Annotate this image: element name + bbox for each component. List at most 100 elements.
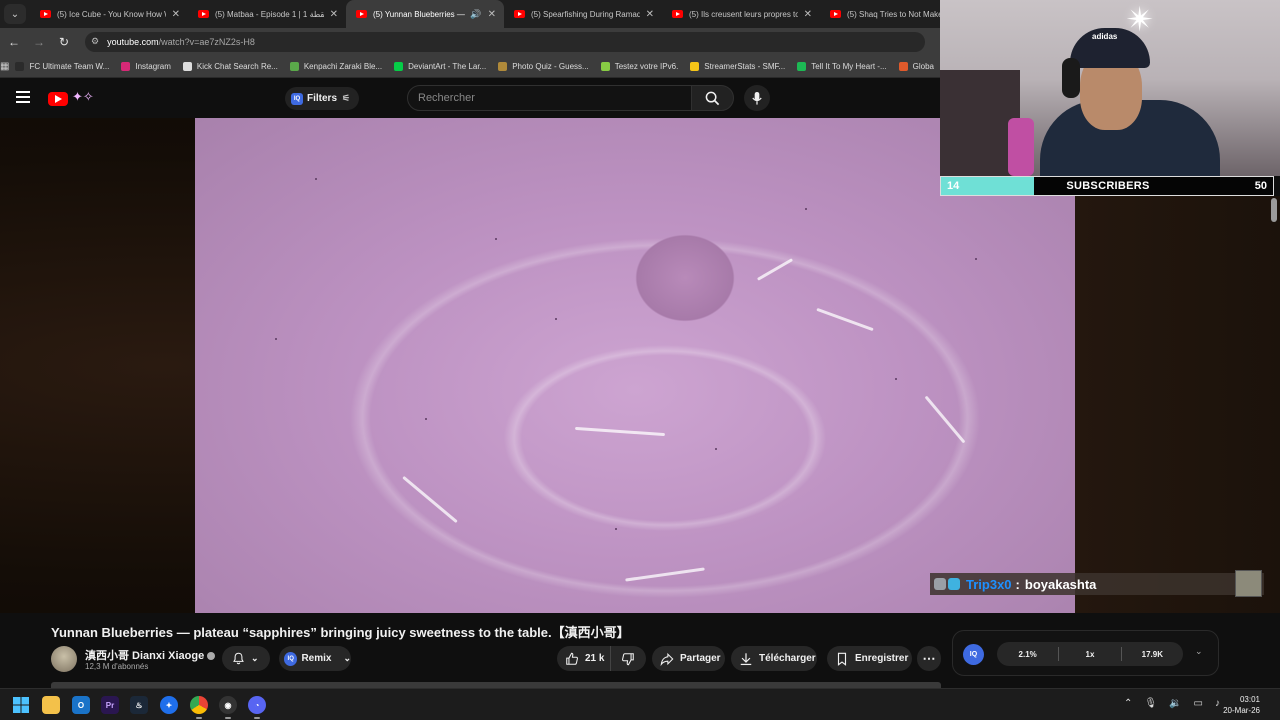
browser-tab-4[interactable]: (5) Spearfishing During Ramad ✕ bbox=[504, 0, 662, 28]
browser-tab-5[interactable]: (5) Ils creusent leurs propres to ✕ bbox=[662, 0, 820, 28]
forward-arrow-icon[interactable]: → bbox=[28, 35, 50, 49]
taskbar-running-indicator bbox=[225, 717, 231, 719]
discord-icon[interactable]: ◔ bbox=[248, 696, 266, 714]
like-button[interactable]: 21 k bbox=[557, 646, 611, 671]
extension-stat-count[interactable]: 17.9K bbox=[1122, 650, 1183, 659]
bookmark-tell-it-to-my-heart[interactable]: Tell It To My Heart -... bbox=[791, 61, 892, 71]
bell-icon bbox=[233, 652, 244, 665]
browser-tab-1[interactable]: (5) Ice Cube - You Know How W ✕ bbox=[30, 0, 188, 28]
close-icon[interactable]: ✕ bbox=[488, 9, 496, 20]
share-button[interactable]: Partager bbox=[652, 646, 725, 671]
iq-logo-icon[interactable]: IQ bbox=[963, 644, 984, 665]
bookmark-icon bbox=[837, 652, 847, 666]
system-tray: ⌃ 🎙 🔉 ▭ ♪ bbox=[1124, 698, 1220, 709]
tab-title: (5) Ils creusent leurs propres to bbox=[689, 9, 798, 19]
close-icon[interactable]: ✕ bbox=[330, 9, 338, 20]
close-icon[interactable]: ✕ bbox=[804, 9, 812, 20]
youtube-logo[interactable] bbox=[48, 92, 68, 106]
bookmark-kenpachi-zaraki[interactable]: Kenpachi Zaraki Ble... bbox=[284, 61, 388, 71]
page-scrollbar[interactable] bbox=[1271, 198, 1277, 222]
youtube-favicon-icon bbox=[356, 10, 367, 18]
video-speck bbox=[555, 318, 557, 320]
youtube-header: ✦✧ IQ Filters ⚟ bbox=[0, 79, 940, 118]
chat-message-text: boyakashta bbox=[1024, 576, 1097, 592]
bookmark-globa[interactable]: Globa bbox=[893, 61, 940, 71]
browser-tab-6[interactable]: (5) Shaq Tries to Not Make a bbox=[820, 0, 940, 28]
volume-icon[interactable]: 🔉 bbox=[1169, 698, 1181, 709]
tab-title: (5) Matbaa - Episode 1 | 1 لقطة bbox=[215, 9, 324, 19]
battlenet-icon[interactable]: ✦ bbox=[160, 696, 178, 714]
premiere-pro-icon[interactable]: Pr bbox=[101, 696, 119, 714]
sliders-icon: ⚟ bbox=[342, 93, 351, 103]
bookmark-label: Instagram bbox=[135, 61, 171, 71]
filters-button[interactable]: IQ Filters ⚟ bbox=[285, 87, 360, 110]
extension-stat-percent[interactable]: 2.1% bbox=[997, 650, 1058, 659]
more-actions-button[interactable]: ⋯ bbox=[917, 646, 941, 671]
reload-icon[interactable]: ↻ bbox=[53, 35, 75, 49]
close-icon[interactable]: ✕ bbox=[646, 9, 654, 20]
close-icon[interactable]: ✕ bbox=[172, 9, 180, 20]
remix-button[interactable]: IQ Remix ⌄ bbox=[279, 646, 351, 671]
chevron-down-icon[interactable]: ⌄ bbox=[1195, 646, 1203, 657]
download-button[interactable]: Télécharger bbox=[731, 646, 817, 671]
search-icon bbox=[705, 91, 720, 105]
save-button[interactable]: Enregistrer bbox=[827, 646, 912, 671]
bookmark-deviantart[interactable]: DeviantArt - The Lar... bbox=[388, 61, 492, 71]
browser-tab-3-active[interactable]: (5) Yunnan Blueberries — p 🔊 ✕ bbox=[346, 0, 504, 28]
browser-tab-2[interactable]: (5) Matbaa - Episode 1 | 1 لقطة ✕ bbox=[188, 0, 346, 28]
bar-chart-icon bbox=[690, 61, 700, 71]
channel-avatar[interactable] bbox=[51, 646, 77, 672]
download-label: Télécharger bbox=[759, 653, 816, 664]
taskbar-clock[interactable]: 03:01 20-Mar-26 bbox=[1223, 694, 1260, 716]
voice-search-button[interactable] bbox=[744, 85, 770, 111]
extension-stat-speed[interactable]: 1x bbox=[1059, 650, 1120, 659]
url-field[interactable]: ⚙ youtube.com/watch?v=ae7zNZ2s-H8 bbox=[85, 31, 925, 52]
speaker-tray-icon[interactable]: ♪ bbox=[1215, 698, 1220, 709]
youtube-favicon-icon bbox=[830, 10, 841, 18]
tab-search-button[interactable]: ⌄ bbox=[4, 4, 26, 24]
youtube-doodle-icon[interactable]: ✦✧ bbox=[72, 89, 94, 105]
channel-name-row[interactable]: 滇西小哥 Dianxi Xiaoge bbox=[85, 647, 216, 663]
bookmark-photo-quiz[interactable]: Photo Quiz - Guess... bbox=[492, 61, 594, 71]
file-explorer-icon[interactable] bbox=[42, 696, 60, 714]
extension-stats: 2.1% 1x 17.9K bbox=[997, 642, 1183, 666]
microphone-tray-icon[interactable]: 🎙 bbox=[1144, 698, 1157, 709]
youtube-favicon-icon bbox=[198, 10, 209, 18]
subscriber-goal-bar: 14 SUBSCRIBERS 50 bbox=[940, 176, 1274, 196]
back-arrow-icon[interactable]: ← bbox=[3, 35, 25, 49]
video-speck bbox=[715, 448, 717, 450]
bookmark-testez-ipv6[interactable]: Testez votre IPv6. bbox=[595, 61, 685, 71]
steam-icon[interactable]: ♨ bbox=[130, 696, 148, 714]
bookmark-streamerstats[interactable]: StreamerStats - SMF... bbox=[684, 61, 791, 71]
video-speck bbox=[975, 258, 977, 260]
search-button[interactable] bbox=[691, 85, 734, 111]
notifications-bell-button[interactable]: ⌄ bbox=[222, 646, 270, 671]
instagram-icon bbox=[121, 61, 131, 71]
outlook-icon[interactable]: O bbox=[72, 696, 90, 714]
chevron-down-icon: ⌄ bbox=[10, 8, 20, 20]
site-info-icon[interactable]: ⚙ bbox=[91, 36, 99, 47]
tab-title: (5) Ice Cube - You Know How W bbox=[57, 9, 166, 19]
tray-overflow-chevron-icon[interactable]: ⌃ bbox=[1124, 698, 1132, 709]
browser-tab-strip: ⌄ (5) Ice Cube - You Know How W ✕ (5) Ma… bbox=[0, 0, 940, 28]
video-player[interactable] bbox=[0, 118, 1075, 613]
url-path: /watch?v=ae7zNZ2s-H8 bbox=[158, 36, 255, 47]
display-icon[interactable]: ▭ bbox=[1194, 698, 1203, 709]
bookmark-instagram[interactable]: Instagram bbox=[115, 61, 177, 71]
clock-date: 20-Mar-26 bbox=[1223, 706, 1260, 715]
apps-grid-icon[interactable]: ▦ bbox=[0, 61, 9, 72]
windows-start-icon[interactable] bbox=[12, 696, 30, 714]
bookmark-label: DeviantArt - The Lar... bbox=[408, 61, 487, 71]
speaker-icon[interactable]: 🔊 bbox=[470, 9, 481, 20]
obs-icon[interactable]: ◉ bbox=[219, 696, 237, 714]
search-input[interactable] bbox=[407, 85, 692, 111]
bookmark-kick-chat-search[interactable]: Kick Chat Search Re... bbox=[177, 61, 284, 71]
url-host: youtube.com bbox=[107, 36, 159, 47]
channel-name[interactable]: 滇西小哥 Dianxi Xiaoge bbox=[85, 650, 204, 662]
dislike-button[interactable] bbox=[611, 646, 646, 671]
chrome-icon[interactable] bbox=[190, 696, 208, 714]
hamburger-menu-icon[interactable] bbox=[16, 91, 30, 103]
iq-extension-icon: IQ bbox=[284, 651, 298, 666]
bookmark-label: Tell It To My Heart -... bbox=[811, 61, 887, 71]
bookmark-fc-ultimate-team[interactable]: FC Ultimate Team W... bbox=[9, 61, 115, 71]
